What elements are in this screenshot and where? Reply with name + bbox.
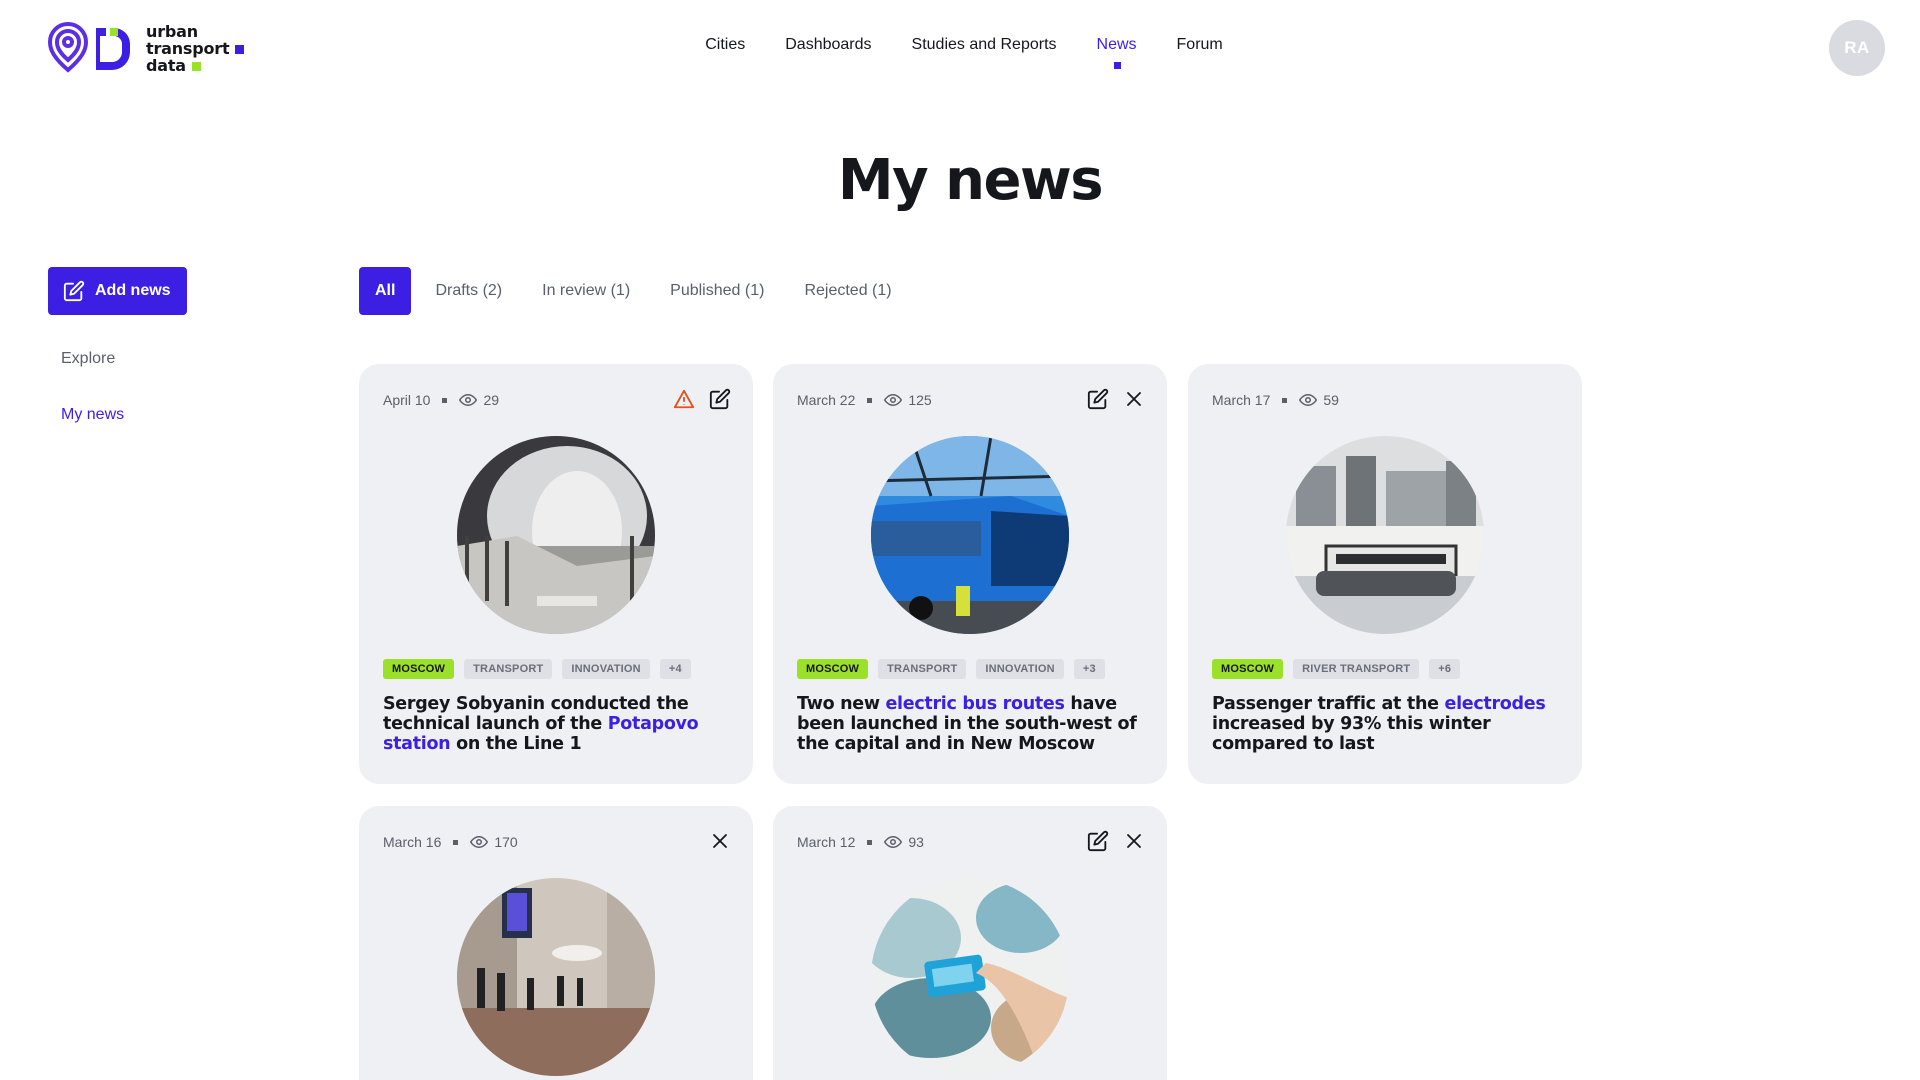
main-nav: Cities Dashboards Studies and Reports Ne… bbox=[0, 36, 1920, 69]
card-views: 29 bbox=[483, 392, 500, 408]
title-text: Two new bbox=[797, 694, 886, 714]
nav-item-news[interactable]: News bbox=[1077, 36, 1157, 69]
card-image bbox=[1286, 436, 1484, 634]
nav-item-forum[interactable]: Forum bbox=[1157, 36, 1243, 54]
edit-icon bbox=[63, 280, 85, 302]
nav-item-label: Studies and Reports bbox=[911, 36, 1057, 53]
add-news-button[interactable]: Add news bbox=[48, 267, 187, 315]
card-meta: March 12 93 bbox=[797, 834, 924, 850]
tag[interactable]: TRANSPORT bbox=[464, 659, 553, 679]
card-date: March 17 bbox=[1212, 392, 1271, 408]
tag[interactable]: INNOVATION bbox=[976, 659, 1064, 679]
card-actions bbox=[709, 830, 731, 852]
card-meta: March 17 59 bbox=[1212, 392, 1339, 408]
title-text: on the Line 1 bbox=[450, 734, 582, 754]
tab-rejected[interactable]: Rejected (1) bbox=[784, 267, 911, 315]
sidebar-item-my-news[interactable]: My news bbox=[61, 406, 124, 424]
card-meta: April 10 29 bbox=[383, 392, 499, 408]
card-image bbox=[457, 436, 655, 634]
news-card[interactable]: March 16 170 bbox=[359, 806, 753, 1080]
news-card[interactable]: March 12 93 bbox=[773, 806, 1167, 1080]
card-tags: MOSCOW RIVER TRANSPORT +6 bbox=[1212, 659, 1461, 679]
eye-icon bbox=[459, 393, 478, 407]
tag[interactable]: TRANSPORT bbox=[878, 659, 967, 679]
card-image bbox=[457, 878, 655, 1076]
edit-icon[interactable] bbox=[1087, 830, 1109, 852]
meta-separator bbox=[453, 839, 459, 845]
close-icon[interactable] bbox=[1123, 388, 1145, 410]
card-date: March 12 bbox=[797, 834, 856, 850]
card-image bbox=[871, 878, 1069, 1076]
tab-drafts[interactable]: Drafts (2) bbox=[415, 267, 522, 315]
nav-item-studies-and-reports[interactable]: Studies and Reports bbox=[892, 36, 1077, 54]
tag[interactable]: RIVER TRANSPORT bbox=[1293, 659, 1420, 679]
meta-separator bbox=[867, 839, 873, 845]
page-title: My news bbox=[837, 148, 1104, 213]
news-card[interactable]: March 22 125 MOSCOW TRANSPORT INNOVATION… bbox=[773, 364, 1167, 784]
add-news-label: Add news bbox=[95, 282, 171, 299]
tag[interactable]: INNOVATION bbox=[562, 659, 650, 679]
title-text: increased by 93% this winter compared to… bbox=[1212, 714, 1491, 754]
tag-more[interactable]: +4 bbox=[659, 659, 691, 679]
card-views: 170 bbox=[494, 834, 518, 850]
nav-item-label: Cities bbox=[705, 36, 746, 53]
title-highlight-link[interactable]: electric bus routes bbox=[885, 694, 1064, 714]
card-tags: MOSCOW TRANSPORT INNOVATION +4 bbox=[383, 659, 691, 679]
nav-item-label: Dashboards bbox=[785, 36, 872, 53]
card-date: March 16 bbox=[383, 834, 442, 850]
title-highlight-link[interactable]: electrodes bbox=[1445, 694, 1546, 714]
nav-item-label: News bbox=[1096, 36, 1137, 53]
close-icon[interactable] bbox=[709, 830, 731, 852]
card-views: 93 bbox=[908, 834, 924, 850]
card-actions bbox=[1087, 388, 1145, 410]
active-indicator bbox=[1113, 62, 1121, 69]
tab-all[interactable]: All bbox=[359, 267, 412, 315]
card-meta: March 16 170 bbox=[383, 834, 518, 850]
card-date: March 22 bbox=[797, 392, 856, 408]
user-avatar[interactable]: RA bbox=[1829, 20, 1885, 76]
eye-icon bbox=[884, 393, 903, 407]
brand-green-square-icon bbox=[191, 61, 201, 71]
card-views: 59 bbox=[1323, 392, 1339, 408]
sidebar-item-explore[interactable]: Explore bbox=[61, 350, 115, 368]
nav-item-label: Forum bbox=[1176, 36, 1223, 53]
tag-city[interactable]: MOSCOW bbox=[797, 659, 869, 679]
tab-published[interactable]: Published (1) bbox=[650, 267, 784, 315]
page: urban transport data Cities Dashboards S… bbox=[0, 0, 1920, 1080]
warning-icon[interactable] bbox=[673, 388, 695, 410]
edit-icon[interactable] bbox=[709, 388, 731, 410]
card-title[interactable]: Two new electric bus routes have been la… bbox=[797, 694, 1143, 754]
eye-icon bbox=[884, 835, 903, 849]
card-tags: MOSCOW TRANSPORT INNOVATION +3 bbox=[797, 659, 1105, 679]
meta-separator bbox=[442, 397, 448, 403]
tab-in-review[interactable]: In review (1) bbox=[522, 267, 650, 315]
news-card[interactable]: April 10 29 MOSCOW TRANSPORT INNOVATION … bbox=[359, 364, 753, 784]
news-card[interactable]: March 17 59 MOSCOW RIVER TRANSPORT +6 Pa… bbox=[1188, 364, 1582, 784]
meta-separator bbox=[867, 397, 873, 403]
card-title[interactable]: Sergey Sobyanin conducted the technical … bbox=[383, 694, 729, 754]
eye-icon bbox=[1299, 393, 1318, 407]
nav-item-dashboards[interactable]: Dashboards bbox=[765, 36, 891, 54]
meta-separator bbox=[1282, 397, 1288, 403]
tag-more[interactable]: +6 bbox=[1429, 659, 1461, 679]
card-image bbox=[871, 436, 1069, 634]
close-icon[interactable] bbox=[1123, 830, 1145, 852]
card-title[interactable]: Passenger traffic at the electrodes incr… bbox=[1212, 694, 1558, 754]
eye-icon bbox=[470, 835, 489, 849]
title-text: Passenger traffic at the bbox=[1212, 694, 1445, 714]
tag-city[interactable]: MOSCOW bbox=[383, 659, 455, 679]
card-views: 125 bbox=[908, 392, 932, 408]
status-filter-tabs: All Drafts (2) In review (1) Published (… bbox=[359, 267, 912, 315]
card-date: April 10 bbox=[383, 392, 431, 408]
tag-more[interactable]: +3 bbox=[1073, 659, 1105, 679]
card-meta: March 22 125 bbox=[797, 392, 932, 408]
card-actions bbox=[673, 388, 731, 410]
edit-icon[interactable] bbox=[1087, 388, 1109, 410]
nav-item-cities[interactable]: Cities bbox=[685, 36, 765, 54]
brand-line-3: data bbox=[146, 55, 186, 75]
card-actions bbox=[1087, 830, 1145, 852]
tag-city[interactable]: MOSCOW bbox=[1212, 659, 1284, 679]
